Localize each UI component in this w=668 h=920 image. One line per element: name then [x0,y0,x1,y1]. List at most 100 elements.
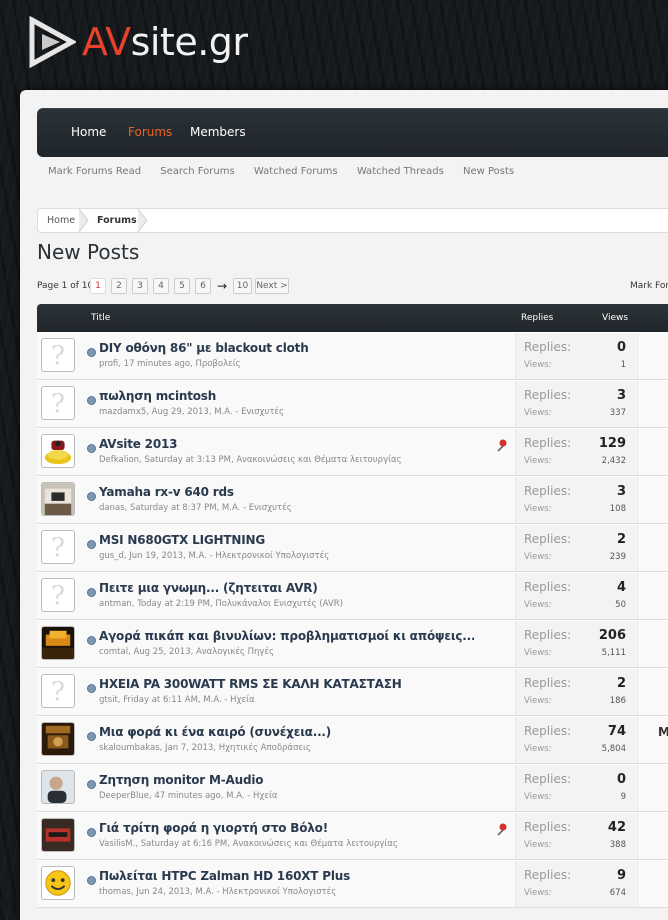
thread-meta: comtal, Aug 25, 2013, Αναλογικές Πηγές [99,647,275,657]
subnav-mark-forums-read[interactable]: Mark Forums Read [48,166,141,177]
next-page-button[interactable]: Next > [255,278,289,294]
unread-dot-icon [87,588,96,597]
page-link-4[interactable]: 4 [153,278,169,294]
column-title-header[interactable]: Title [91,304,110,332]
logo-av-text: AV [82,20,131,64]
thread-stats: Replies: 129 Views: 2,432 [515,429,636,475]
thread-stats: Replies: 74 Views: 5,804 [515,717,636,763]
breadcrumb-separator-icon [137,209,148,232]
thread-title-link[interactable]: πωληση mcintosh [99,389,216,403]
page-link-1[interactable]: 1 [90,278,106,294]
avatar[interactable] [41,674,75,708]
subnav-new-posts[interactable]: New Posts [463,166,514,177]
avatar-gold-coins-icon [42,435,74,467]
thread-title-link[interactable]: Γιά τρίτη φορά η γιορτή στο Βόλο! [99,821,328,835]
thread-stats: Replies: 3 Views: 337 [515,381,636,427]
thread-row[interactable]: πωληση mcintosh mazdamx5, Aug 29, 2013, … [37,380,668,428]
page-link-2[interactable]: 2 [111,278,127,294]
avatar[interactable] [41,434,75,468]
column-replies-header[interactable]: Replies [521,304,553,332]
column-views-header[interactable]: Views [602,304,628,332]
unread-dot-icon [87,780,96,789]
subnav-watched-threads[interactable]: Watched Threads [357,166,444,177]
thread-row[interactable]: ΗΧΕΙΑ PA 300WATT RMS ΣΕ ΚΑΛΗ ΚΑΤΑΣΤΑΣΗ g… [37,668,668,716]
thread-row[interactable]: Μια φορά κι ένα καιρό (συνέχεια...) skal… [37,716,668,764]
thread-title-link[interactable]: Πειτε μια γνωμη... (ζητειται AVR) [99,581,318,595]
replies-label: Replies: [524,628,572,642]
last-post-cell [637,861,668,907]
thread-title-link[interactable]: MSI N680GTX LIGHTNING [99,533,265,547]
thread-row[interactable]: AVsite 2013 Defkalion, Saturday at 3:13 … [37,428,668,476]
thread-row[interactable]: MSI N680GTX LIGHTNING gus_d, Jun 19, 201… [37,524,668,572]
avatar[interactable] [41,338,75,372]
views-label: Views: [524,744,552,754]
views-count: 239 [609,552,626,562]
thread-meta: antman, Today at 2:19 PM, Πολυκάναλοι Εν… [99,599,343,609]
replies-count: 9 [616,868,626,883]
thread-stats: Replies: 2 Views: 239 [515,525,636,571]
thread-title-link[interactable]: Πωλείται HTPC Zalman HD 160XT Plus [99,869,350,883]
avatar[interactable] [41,578,75,612]
last-post-user[interactable]: M [658,725,668,739]
thread-row[interactable]: Γιά τρίτη φορά η γιορτή στο Βόλο! Vasili… [37,812,668,860]
nav-home[interactable]: Home [71,108,106,157]
thread-stats: Replies: 3 Views: 108 [515,477,636,523]
avatar[interactable] [41,818,75,852]
subnav-search-forums[interactable]: Search Forums [160,166,234,177]
thread-title-link[interactable]: Yamaha rx-v 640 rds [99,485,234,499]
last-post-cell [637,429,668,475]
page-link-3[interactable]: 3 [132,278,148,294]
nav-members[interactable]: Members [190,108,246,157]
avatar[interactable] [41,482,75,516]
logo-site-text: site.gr [130,20,248,64]
sticky-pin-icon [497,439,507,452]
avatar[interactable] [41,722,75,756]
unread-dot-icon [87,636,96,645]
thread-title-link[interactable]: Αγορά πικάπ και βινυλίων: προβληματισμοί… [99,629,474,643]
avatar-red-device-icon [42,819,74,851]
thread-title-link[interactable]: Ζητηση monitor M-Audio [99,773,263,787]
breadcrumb-separator-icon [78,209,89,232]
avatar[interactable] [41,530,75,564]
thread-stats: Replies: 4 Views: 50 [515,573,636,619]
unread-dot-icon [87,684,96,693]
views-label: Views: [524,792,552,802]
last-post-cell [637,525,668,571]
subnav-watched-forums[interactable]: Watched Forums [254,166,338,177]
thread-meta: VasilisM., Saturday at 6:16 PM, Ανακοινώ… [99,839,398,849]
thread-title-link[interactable]: Μια φορά κι ένα καιρό (συνέχεια...) [99,725,331,739]
views-count: 9 [620,792,626,802]
page-link-6[interactable]: 6 [195,278,211,294]
avatar[interactable] [41,386,75,420]
views-label: Views: [524,504,552,514]
last-post-cell [637,669,668,715]
last-post-cell [637,333,668,379]
mark-forums-read-link[interactable]: Mark Foru [630,278,668,294]
thread-title-link[interactable]: ΗΧΕΙΑ PA 300WATT RMS ΣΕ ΚΑΛΗ ΚΑΤΑΣΤΑΣΗ [99,677,402,691]
thread-row[interactable]: Αγορά πικάπ και βινυλίων: προβληματισμοί… [37,620,668,668]
thread-title-link[interactable]: AVsite 2013 [99,437,177,451]
avatar[interactable] [41,626,75,660]
avatar[interactable] [41,770,75,804]
thread-row[interactable]: Yamaha rx-v 640 rds danas, Saturday at 8… [37,476,668,524]
breadcrumb-forums[interactable]: Forums [97,209,137,232]
avatar-room-icon [42,483,74,515]
page-link-last[interactable]: 10 [233,278,252,294]
nav-forums[interactable]: Forums [128,108,172,157]
avatar[interactable] [41,866,75,900]
main-navbar: Home Forums Members [37,108,668,157]
views-label: Views: [524,408,552,418]
breadcrumb-home[interactable]: Home [47,209,75,232]
last-post-cell: M [637,717,668,763]
views-count: 2,432 [601,456,626,466]
replies-count: 0 [616,340,626,355]
thread-title-link[interactable]: DIY οθόνη 86" με blackout cloth [99,341,309,355]
replies-label: Replies: [524,484,572,498]
thread-row[interactable]: Πωλείται HTPC Zalman HD 160XT Plus thoma… [37,860,668,908]
page-link-5[interactable]: 5 [174,278,190,294]
thread-row[interactable]: Πειτε μια γνωμη... (ζητειται AVR) antman… [37,572,668,620]
site-logo[interactable]: AVsite.gr [28,14,248,70]
thread-row[interactable]: DIY οθόνη 86" με blackout cloth profi, 1… [37,332,668,380]
replies-count: 4 [616,580,626,595]
thread-row[interactable]: Ζητηση monitor M-Audio DeeperBlue, 47 mi… [37,764,668,812]
